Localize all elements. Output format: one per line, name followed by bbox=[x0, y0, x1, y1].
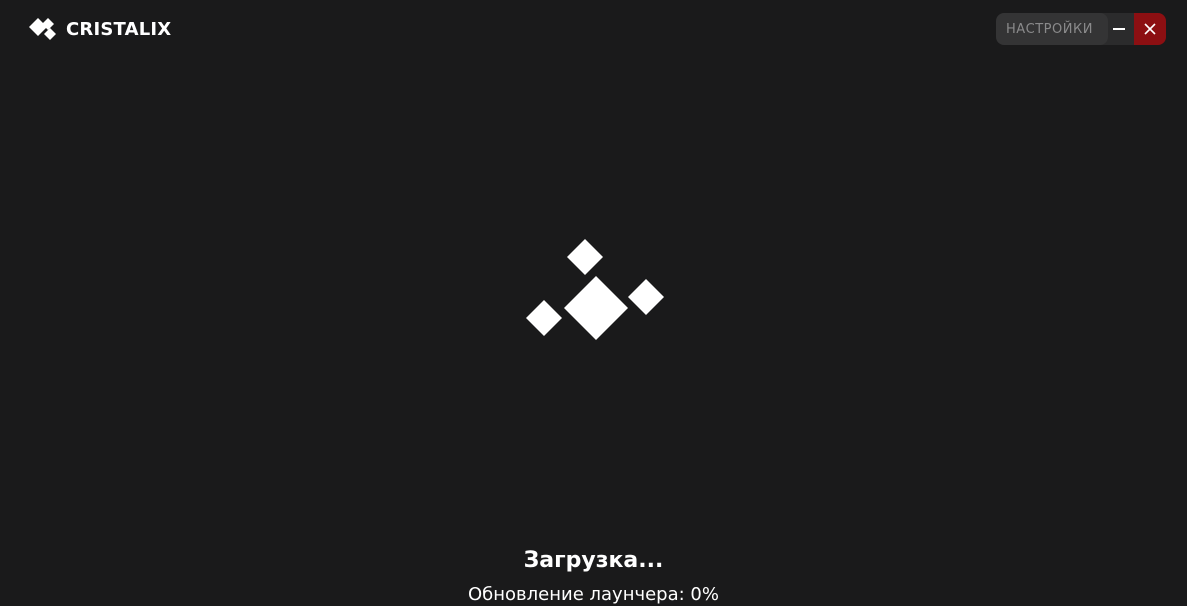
logo-text: CRISTALIX bbox=[66, 18, 172, 40]
diamond-cluster-icon bbox=[29, 18, 56, 40]
close-icon bbox=[1144, 23, 1156, 35]
loading-spinner bbox=[522, 234, 672, 346]
diamond-spinner-icon bbox=[526, 239, 664, 340]
status-label: Обновление лаунчера: bbox=[468, 584, 685, 605]
minimize-icon bbox=[1113, 28, 1125, 30]
progress-value: 0% bbox=[690, 584, 719, 605]
loading-title: Загрузка... bbox=[523, 548, 664, 573]
status-text: Обновление лаунчера: 0% bbox=[0, 584, 1187, 605]
close-button[interactable] bbox=[1134, 13, 1166, 45]
settings-button[interactable]: НАСТРОЙКИ bbox=[996, 13, 1108, 45]
app-logo: CRISTALIX bbox=[27, 17, 171, 41]
window-controls: НАСТРОЙКИ bbox=[996, 13, 1166, 45]
